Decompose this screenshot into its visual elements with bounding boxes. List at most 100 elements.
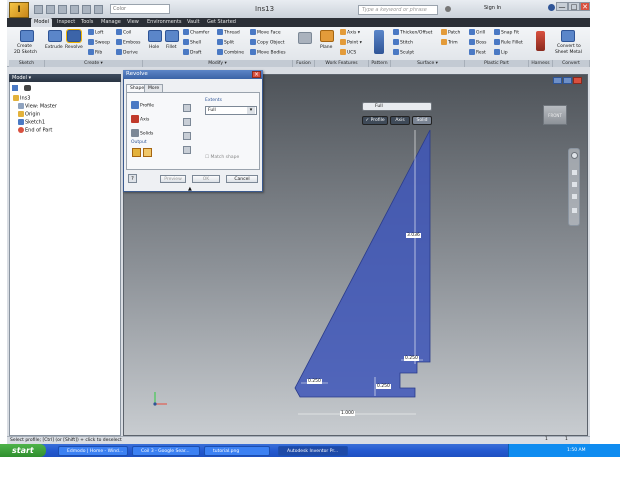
loft-button[interactable]: Loft	[88, 29, 103, 37]
new-solid-icon[interactable]	[183, 146, 191, 154]
sign-in-link[interactable]: Sign In	[484, 5, 501, 11]
sweep-button[interactable]: Sweep	[88, 39, 110, 47]
chevron-down-icon[interactable]: ▾	[247, 107, 255, 114]
rule-fillet-button[interactable]: Rule Fillet	[494, 39, 523, 47]
dimension-label[interactable]: 1.000	[340, 411, 355, 416]
sculpt-button[interactable]: Sculpt	[393, 49, 414, 57]
intersect-icon[interactable]	[183, 132, 191, 140]
task-inventor[interactable]: Autodesk Inventor Pr...	[278, 446, 348, 456]
browser-header[interactable]: Model ▾	[9, 74, 121, 82]
tab-more[interactable]: More	[144, 84, 164, 92]
dimension-label[interactable]: 3.036	[406, 233, 421, 238]
new-icon[interactable]	[34, 5, 43, 14]
extrude-icon[interactable]	[48, 30, 62, 42]
join-icon[interactable]	[183, 104, 191, 112]
minimize-button[interactable]: —	[556, 2, 568, 11]
tab-inspect[interactable]: Inspect	[54, 18, 78, 27]
point-button[interactable]: Point ▾	[340, 39, 362, 47]
emboss-button[interactable]: Emboss	[116, 39, 141, 47]
mini-solid-button[interactable]: Solid	[412, 116, 432, 125]
trim-button[interactable]: Trim	[441, 39, 458, 47]
color-dropdown[interactable]: Color	[110, 4, 170, 14]
move-bodies-button[interactable]: Move Bodies	[250, 49, 286, 57]
tab-manage[interactable]: Manage	[98, 18, 124, 27]
tab-view[interactable]: View	[124, 18, 142, 27]
cut-icon[interactable]	[183, 118, 191, 126]
tree-item-origin[interactable]: Origin	[18, 111, 40, 119]
task-tutorial[interactable]: tutorial.png	[204, 446, 270, 456]
patch-button[interactable]: Patch	[441, 29, 460, 37]
output-surface-icon[interactable]	[143, 148, 152, 157]
axis-select-button[interactable]: Axis	[131, 115, 149, 124]
snap-fit-button[interactable]: Snap Fit	[494, 29, 519, 37]
help-icon[interactable]: ?	[128, 174, 137, 183]
grill-button[interactable]: Grill	[469, 29, 485, 37]
preview-checkbox[interactable]: Preview	[160, 175, 186, 183]
cancel-button[interactable]: Cancel	[226, 175, 258, 183]
lip-button[interactable]: Lip	[494, 49, 508, 57]
return-icon[interactable]	[94, 5, 103, 14]
help-icon[interactable]	[548, 4, 555, 11]
ucs-button[interactable]: UCS	[340, 49, 356, 57]
draft-button[interactable]: Draft	[183, 49, 201, 57]
maximize-button[interactable]: □	[568, 2, 580, 11]
tree-item-part[interactable]: Ins3	[13, 95, 30, 103]
mini-axis-button[interactable]: Axis	[390, 116, 410, 125]
chamfer-button[interactable]: Chamfer	[183, 29, 209, 37]
task-google[interactable]: Coil 3 - Google Sear...	[132, 446, 200, 456]
undo-icon[interactable]	[70, 5, 79, 14]
combine-button[interactable]: Combine	[217, 49, 244, 57]
mini-profile-button[interactable]: ✓ Profile	[362, 116, 388, 125]
harness-icon[interactable]	[536, 31, 545, 51]
stitch-button[interactable]: Stitch	[393, 39, 413, 47]
dimension-label[interactable]: 0.250	[376, 384, 391, 389]
plane-icon[interactable]	[320, 30, 334, 42]
open-icon[interactable]	[46, 5, 55, 14]
copy-object-button[interactable]: Copy Object	[250, 39, 285, 47]
help-search-input[interactable]: Type a keyword or phrase	[358, 5, 438, 15]
fusion-icon[interactable]	[298, 32, 312, 44]
thread-button[interactable]: Thread	[217, 29, 240, 37]
save-icon[interactable]	[58, 5, 67, 14]
tree-item-sketch[interactable]: Sketch1	[18, 119, 45, 127]
rest-button[interactable]: Rest	[469, 49, 486, 57]
filter-icon[interactable]	[12, 85, 18, 91]
tree-item-end-of-part[interactable]: End of Part	[18, 127, 52, 135]
tab-vault[interactable]: Vault	[184, 18, 203, 27]
close-button[interactable]: ✕	[580, 2, 590, 11]
split-button[interactable]: Split	[217, 39, 234, 47]
convert-sheet-metal-icon[interactable]	[561, 30, 575, 42]
tab-model[interactable]: Model	[31, 18, 53, 27]
tab-environments[interactable]: Environments	[144, 18, 185, 27]
redo-icon[interactable]	[82, 5, 91, 14]
coil-button[interactable]: Coil	[116, 29, 131, 37]
fillet-icon[interactable]	[165, 30, 179, 42]
rib-button[interactable]: Rib	[88, 49, 102, 57]
create-sketch-icon[interactable]	[20, 30, 34, 42]
revolve-icon[interactable]	[66, 29, 82, 43]
expand-dialog-icon[interactable]: ▲	[188, 186, 192, 192]
axis-button[interactable]: Axis ▾	[340, 29, 360, 37]
boss-button[interactable]: Boss	[469, 39, 487, 47]
search-icon[interactable]	[445, 6, 451, 12]
derive-button[interactable]: Derive	[116, 49, 138, 57]
solids-button[interactable]: Solids	[131, 129, 153, 138]
inventor-logo-icon[interactable]: I	[9, 2, 29, 18]
dialog-close-button[interactable]: ×	[252, 71, 261, 78]
thicken-button[interactable]: Thicken/Offset	[393, 29, 432, 37]
profile-button[interactable]: Profile	[131, 101, 154, 110]
shell-button[interactable]: Shell	[183, 39, 201, 47]
task-edmodo[interactable]: Edmodo | Home - Wind...	[58, 446, 128, 456]
match-shape-checkbox[interactable]: ☐ Match shape	[205, 155, 239, 160]
dimension-label[interactable]: 0.250	[404, 356, 419, 361]
tree-item-view[interactable]: View: Master	[18, 103, 57, 111]
mini-toolbar-extents[interactable]: Full	[362, 102, 432, 111]
move-face-button[interactable]: Move Face	[250, 29, 281, 37]
tab-get-started[interactable]: Get Started	[204, 18, 239, 27]
tab-tools[interactable]: Tools	[78, 18, 96, 27]
dimension-label[interactable]: 0.250	[307, 379, 322, 384]
find-icon[interactable]	[24, 85, 31, 91]
ok-button[interactable]: OK	[192, 175, 220, 183]
output-solid-icon[interactable]	[132, 148, 141, 157]
pattern-icon[interactable]	[374, 30, 384, 54]
